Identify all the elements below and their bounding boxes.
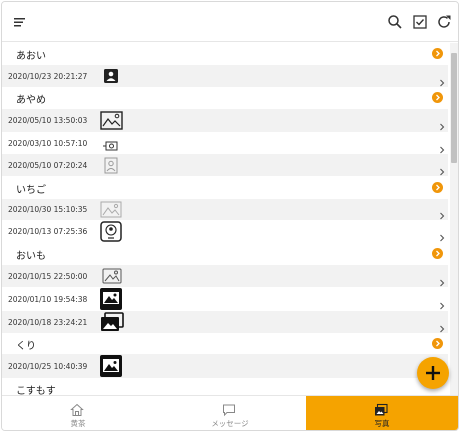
app-window: あおい 2020/10/23 20:21:27 あやめ 2020/05/10 1…: [1, 1, 459, 431]
chevron-right-icon: [439, 227, 445, 242]
item-date: 2020/10/18 23:24:21: [8, 318, 88, 327]
chevron-right-icon: [439, 72, 445, 87]
group-title: あやめ: [16, 95, 46, 106]
image-icon: [102, 268, 122, 288]
chevron-right-badge-icon[interactable]: [432, 338, 443, 349]
photo-icon: [374, 402, 388, 416]
group-header[interactable]: あおい: [2, 43, 448, 65]
scrollbar-thumb[interactable]: [451, 53, 457, 163]
add-button[interactable]: [417, 357, 449, 389]
search-icon[interactable]: [387, 14, 403, 30]
item-date: 2020/10/23 20:21:27: [8, 72, 88, 81]
landscape-photo-icon: [100, 201, 122, 222]
group-header[interactable]: あやめ: [2, 87, 448, 109]
bottom-nav: 黄茶 メッセージ 写真: [2, 395, 458, 430]
tab-label: メッセージ: [211, 419, 249, 428]
list-item[interactable]: 2020/03/10 10:57:10: [2, 132, 448, 154]
group-title: こすもす: [16, 386, 56, 395]
group-header[interactable]: おいも: [2, 243, 448, 265]
scroll-up-arrow-icon[interactable]: [451, 44, 457, 58]
portrait-photo-icon: [104, 157, 118, 178]
chevron-right-icon: [439, 139, 445, 154]
chevron-right-icon: [439, 295, 445, 310]
group-header[interactable]: いちご: [2, 176, 448, 199]
portrait-photo-icon: [103, 68, 119, 88]
landscape-photo-icon: [100, 111, 123, 134]
chevron-right-icon: [439, 318, 445, 333]
list-item[interactable]: 2020/10/25 10:40:39: [2, 354, 448, 378]
app-header: [2, 2, 458, 42]
group-title: あおい: [16, 51, 46, 62]
chevron-right-badge-icon[interactable]: [432, 248, 443, 259]
group-title: いちご: [16, 185, 46, 196]
checkbox-icon[interactable]: [412, 14, 428, 30]
item-date: 2020/05/10 07:20:24: [8, 161, 88, 170]
group-header[interactable]: くり: [2, 333, 448, 354]
chevron-right-badge-icon[interactable]: [432, 182, 443, 193]
list-item[interactable]: 2020/10/18 23:24:21: [2, 311, 448, 333]
list-item[interactable]: 2020/01/10 19:54:38: [2, 287, 448, 311]
refresh-icon[interactable]: [436, 14, 452, 30]
list-item[interactable]: 2020/05/10 07:20:24: [2, 154, 448, 176]
scrollbar[interactable]: [450, 43, 458, 402]
chevron-right-icon: [439, 161, 445, 176]
tab-label: 黄茶: [70, 419, 86, 428]
list-item[interactable]: 2020/10/15 22:50:00: [2, 265, 448, 287]
list-item[interactable]: 2020/10/30 15:10:35: [2, 199, 448, 220]
item-date: 2020/03/10 10:57:10: [8, 139, 88, 148]
photo-list: あおい 2020/10/23 20:21:27 あやめ 2020/05/10 1…: [2, 43, 448, 395]
item-date: 2020/10/25 10:40:39: [8, 362, 88, 371]
home-icon: [70, 402, 84, 416]
chevron-right-badge-icon[interactable]: [432, 92, 443, 103]
tab-label: 写真: [374, 419, 390, 428]
scroll-down-arrow-icon[interactable]: [451, 388, 457, 402]
chevron-right-icon: [439, 116, 445, 131]
chat-icon: [222, 402, 236, 417]
chevron-right-icon: [439, 205, 445, 220]
group-title: おいも: [16, 251, 46, 262]
list-item[interactable]: 2020/05/10 13:50:03: [2, 109, 448, 132]
item-date: 2020/05/10 13:50:03: [8, 116, 88, 125]
chevron-right-icon: [439, 272, 445, 287]
menu-icon[interactable]: [12, 14, 28, 30]
item-date: 2020/10/30 15:10:35: [8, 205, 88, 214]
item-date: 2020/10/13 07:25:36: [8, 227, 88, 236]
group-title: くり: [16, 341, 36, 352]
group-header[interactable]: こすもす: [2, 378, 448, 395]
item-date: 2020/01/10 19:54:38: [8, 295, 88, 304]
tab-message[interactable]: メッセージ: [154, 396, 306, 430]
list-item[interactable]: 2020/10/23 20:21:27: [2, 65, 448, 87]
chevron-right-badge-icon[interactable]: [432, 48, 443, 59]
item-date: 2020/10/15 22:50:00: [8, 272, 88, 281]
tab-home[interactable]: 黄茶: [2, 396, 154, 430]
plus-icon: [426, 366, 440, 380]
tab-photos[interactable]: 写真: [306, 396, 458, 430]
list-item[interactable]: 2020/10/13 07:25:36: [2, 220, 448, 243]
